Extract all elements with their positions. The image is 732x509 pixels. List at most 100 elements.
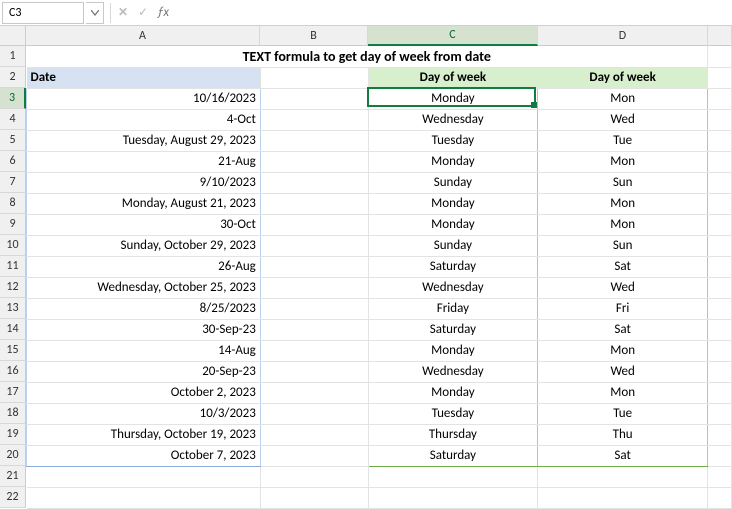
cell-B17[interactable] xyxy=(260,382,368,403)
row-header-21[interactable]: 21 xyxy=(0,466,26,487)
row-header-15[interactable]: 15 xyxy=(0,340,26,361)
cell-B4[interactable] xyxy=(260,109,368,130)
cell-E7[interactable] xyxy=(708,172,732,193)
column-header-C[interactable]: C xyxy=(368,26,538,46)
cell-C17[interactable]: Monday xyxy=(368,382,538,403)
cell-B18[interactable] xyxy=(260,403,368,424)
cell-E9[interactable] xyxy=(708,214,732,235)
cell-D10[interactable]: Sun xyxy=(538,235,708,256)
cell-E5[interactable] xyxy=(708,130,732,151)
cell-B3[interactable] xyxy=(260,88,368,109)
cell-E14[interactable] xyxy=(708,319,732,340)
column-header-D[interactable]: D xyxy=(538,26,708,46)
cell-A11[interactable]: 26-Aug xyxy=(27,256,261,277)
cell-E1[interactable] xyxy=(708,46,732,67)
cell-C15[interactable]: Monday xyxy=(368,340,538,361)
row-header-10[interactable]: 10 xyxy=(0,235,26,256)
cell-C6[interactable]: Monday xyxy=(368,151,538,172)
cell-E21[interactable] xyxy=(708,466,732,487)
enter-formula-button[interactable]: ✓ xyxy=(133,5,153,20)
cell-C10[interactable]: Sunday xyxy=(368,235,538,256)
cell-D22[interactable] xyxy=(538,487,708,508)
cell-C11[interactable]: Saturday xyxy=(368,256,538,277)
cell-C21[interactable] xyxy=(368,466,538,487)
cell-E6[interactable] xyxy=(708,151,732,172)
cell-A22[interactable] xyxy=(27,487,261,508)
cancel-formula-button[interactable]: ✕ xyxy=(113,5,133,20)
column-header-A[interactable]: A xyxy=(26,26,260,46)
cell-C16[interactable]: Wednesday xyxy=(368,361,538,382)
cell-D20[interactable]: Sat xyxy=(538,445,708,466)
cell-B16[interactable] xyxy=(260,361,368,382)
cell-A15[interactable]: 14-Aug xyxy=(27,340,261,361)
row-header-8[interactable]: 8 xyxy=(0,193,26,214)
cell-D12[interactable]: Wed xyxy=(538,277,708,298)
cell-C20[interactable]: Saturday xyxy=(368,445,538,466)
formula-input[interactable]: =TEXT(A3, "dddd") =TEXT(A3, "ddd") xyxy=(173,2,732,24)
cell-D16[interactable]: Wed xyxy=(538,361,708,382)
cell-B13[interactable] xyxy=(260,298,368,319)
cell-E12[interactable] xyxy=(708,277,732,298)
cell-C4[interactable]: Wednesday xyxy=(368,109,538,130)
cell-B7[interactable] xyxy=(260,172,368,193)
cell-B10[interactable] xyxy=(260,235,368,256)
row-header-14[interactable]: 14 xyxy=(0,319,26,340)
cell-B21[interactable] xyxy=(260,466,368,487)
cell-C7[interactable]: Sunday xyxy=(368,172,538,193)
row-header-2[interactable]: 2 xyxy=(0,67,26,88)
cell-D6[interactable]: Mon xyxy=(538,151,708,172)
cell-E3[interactable] xyxy=(708,88,732,109)
cell-B20[interactable] xyxy=(260,445,368,466)
cell-D7[interactable]: Sun xyxy=(538,172,708,193)
header-dayofweek-abbrev[interactable]: Day of week xyxy=(538,67,708,88)
cell-C3[interactable]: Monday xyxy=(368,88,538,109)
row-header-11[interactable]: 11 xyxy=(0,256,26,277)
cell-A8[interactable]: Monday, August 21, 2023 xyxy=(27,193,261,214)
cell-D3[interactable]: Mon xyxy=(538,88,708,109)
cell-B9[interactable] xyxy=(260,214,368,235)
cell-D5[interactable]: Tue xyxy=(538,130,708,151)
row-header-5[interactable]: 5 xyxy=(0,130,26,151)
cell-A21[interactable] xyxy=(27,466,261,487)
cell-E4[interactable] xyxy=(708,109,732,130)
cell-D11[interactable]: Sat xyxy=(538,256,708,277)
cell-E15[interactable] xyxy=(708,340,732,361)
cell-D9[interactable]: Mon xyxy=(538,214,708,235)
cell-E22[interactable] xyxy=(708,487,732,508)
cell-A9[interactable]: 30-Oct xyxy=(27,214,261,235)
cell-A17[interactable]: October 2, 2023 xyxy=(27,382,261,403)
cell-E2[interactable] xyxy=(708,67,732,88)
cell-E16[interactable] xyxy=(708,361,732,382)
cell-D15[interactable]: Mon xyxy=(538,340,708,361)
cell-B2[interactable] xyxy=(260,67,368,88)
cell-B12[interactable] xyxy=(260,277,368,298)
cell-E20[interactable] xyxy=(708,445,732,466)
row-header-19[interactable]: 19 xyxy=(0,424,26,445)
row-header-4[interactable]: 4 xyxy=(0,109,26,130)
cell-E18[interactable] xyxy=(708,403,732,424)
cell-E13[interactable] xyxy=(708,298,732,319)
cell-C22[interactable] xyxy=(368,487,538,508)
row-header-16[interactable]: 16 xyxy=(0,361,26,382)
cell-D21[interactable] xyxy=(538,466,708,487)
cell-A5[interactable]: Tuesday, August 29, 2023 xyxy=(27,130,261,151)
cell-E17[interactable] xyxy=(708,382,732,403)
column-header-blank[interactable] xyxy=(708,26,732,46)
row-header-13[interactable]: 13 xyxy=(0,298,26,319)
cell-C8[interactable]: Monday xyxy=(368,193,538,214)
cell-C5[interactable]: Tuesday xyxy=(368,130,538,151)
cell-A20[interactable]: October 7, 2023 xyxy=(27,445,261,466)
row-header-7[interactable]: 7 xyxy=(0,172,26,193)
cell-A19[interactable]: Thursday, October 19, 2023 xyxy=(27,424,261,445)
cell-C12[interactable]: Wednesday xyxy=(368,277,538,298)
cell-D18[interactable]: Tue xyxy=(538,403,708,424)
cell-E11[interactable] xyxy=(708,256,732,277)
cell-D13[interactable]: Fri xyxy=(538,298,708,319)
title-cell[interactable]: TEXT formula to get day of week from dat… xyxy=(27,46,708,67)
cell-B19[interactable] xyxy=(260,424,368,445)
cell-C13[interactable]: Friday xyxy=(368,298,538,319)
cell-B6[interactable] xyxy=(260,151,368,172)
row-header-1[interactable]: 1 xyxy=(0,46,26,67)
row-header-20[interactable]: 20 xyxy=(0,445,26,466)
row-header-18[interactable]: 18 xyxy=(0,403,26,424)
